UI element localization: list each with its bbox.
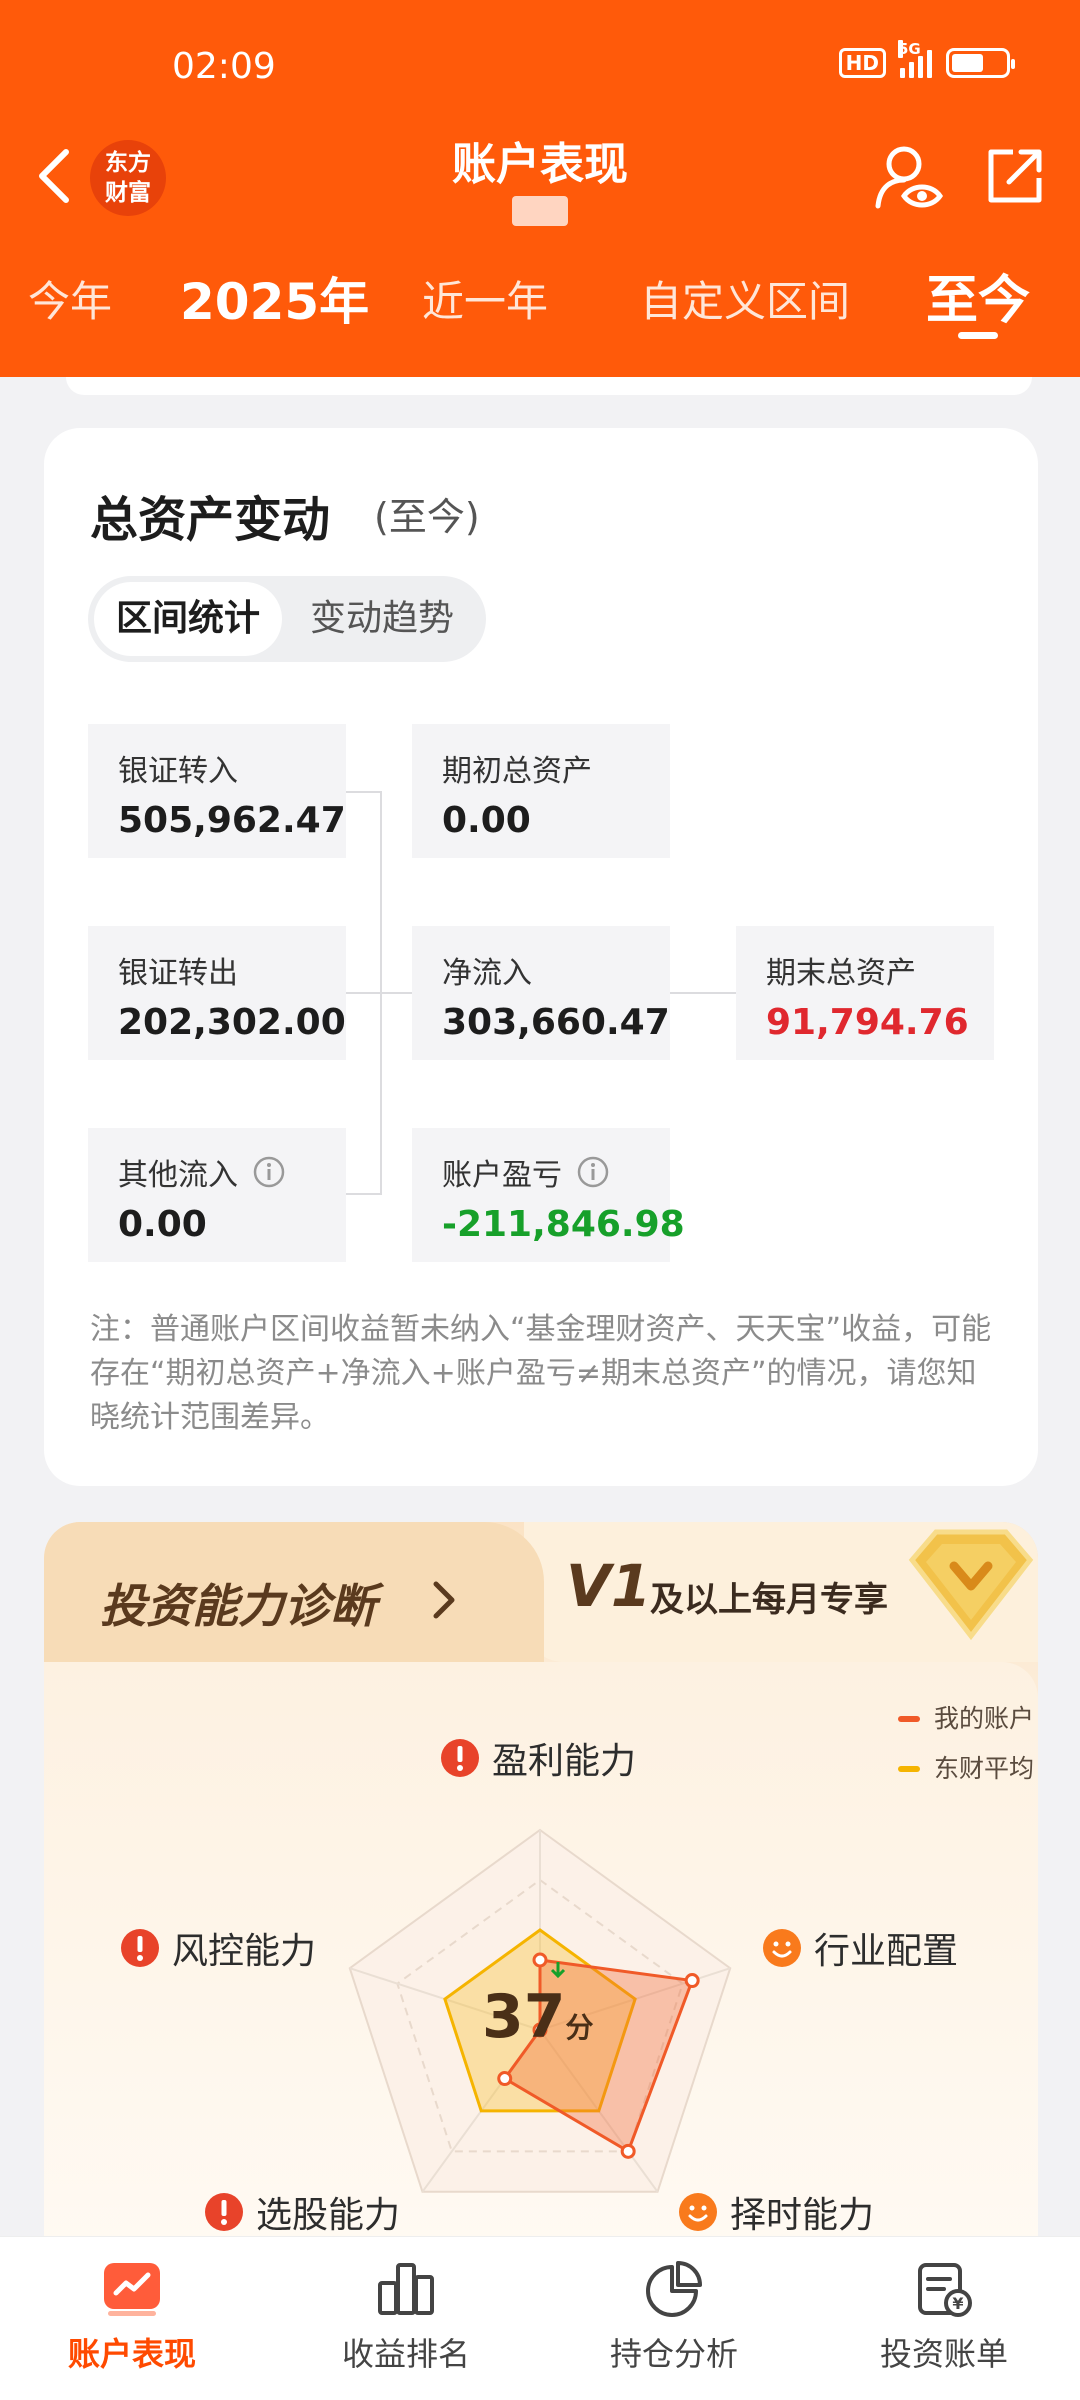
connector-line <box>346 791 382 793</box>
redacted-account <box>512 196 568 226</box>
header: 02:09 HD 5G 东方 财富 账户表现 今年 2025年 近一年 自定义区… <box>0 0 1080 377</box>
nav-holdings-analysis[interactable]: 持仓分析 <box>574 2259 774 2375</box>
axis-label: 择时能力 <box>730 2195 875 2236</box>
bar-ranking-icon <box>378 2263 434 2315</box>
stat-profit-loss: 账户盈亏 -211,846.98 <box>412 1128 685 1262</box>
vip-level: V1 <box>566 1552 652 1620</box>
segment-interval-stats[interactable]: 区间统计 <box>94 582 282 656</box>
svg-text:¥: ¥ <box>952 2294 963 2313</box>
segment-control: 区间统计 变动趋势 <box>88 576 486 662</box>
legend-my-account: 我的账户 <box>897 1694 1034 1744</box>
stat-value: -211,846.98 <box>442 1204 685 1245</box>
tab-2025[interactable]: 2025年 <box>180 262 369 334</box>
diagnosis-title[interactable]: 投资能力诊断 <box>100 1570 376 1636</box>
tab-to-date[interactable]: 至今 <box>926 258 1030 333</box>
score-value: 37 <box>482 1982 566 2052</box>
legend-mark <box>897 1766 920 1772</box>
radar-point <box>497 2071 513 2087</box>
bill-icon: ¥ <box>918 2263 972 2317</box>
stat-label-row: 其他流入 <box>118 1150 316 1194</box>
radar-point <box>532 1952 548 1968</box>
axis-profit-ability: 盈利能力 <box>440 1732 636 1784</box>
stat-value: 505,962.47 <box>118 800 346 841</box>
card-title: 总资产变动 <box>90 492 331 548</box>
asset-change-card: 总资产变动 (至今) 区间统计 变动趋势 银证转入 505,962.47 期初总… <box>44 428 1038 1486</box>
warning-icon <box>121 1929 159 1967</box>
footnote: 注：普通账户区间收益暂未纳入“基金理财资产、天天宝”收益，可能存在“期初总资产+… <box>90 1312 992 1435</box>
stat-value: 0.00 <box>442 800 531 841</box>
nav-label: 收益排名 <box>341 2335 470 2373</box>
info-icon[interactable] <box>576 1155 610 1189</box>
axis-label: 风控能力 <box>172 1931 317 1972</box>
legend-mark <box>897 1716 920 1722</box>
stat-bank-transfer-out: 银证转出 202,302.00 <box>88 926 346 1060</box>
stat-other-inflow: 其他流入 0.00 <box>88 1128 346 1262</box>
stat-label: 银证转入 <box>118 754 238 789</box>
axis-label: 行业配置 <box>814 1931 959 1972</box>
stat-value: 0.00 <box>118 1204 207 1245</box>
vip-text: 及以上每月专享 <box>650 1580 888 1620</box>
smile-icon <box>763 1929 801 1967</box>
nav-label: 持仓分析 <box>609 2335 738 2373</box>
stat-value: 202,302.00 <box>118 1002 346 1043</box>
share-icon[interactable] <box>985 146 1045 206</box>
nav-account-performance[interactable]: 账户表现 <box>32 2259 232 2375</box>
stat-label: 期末总资产 <box>766 956 916 991</box>
segment-trend[interactable]: 变动趋势 <box>286 582 478 656</box>
connector-line <box>346 1193 382 1195</box>
stat-bank-transfer-in: 银证转入 505,962.47 <box>88 724 346 858</box>
tab-this-year[interactable]: 今年 <box>28 268 112 329</box>
radar-point <box>684 1973 700 1989</box>
stat-label: 账户盈亏 <box>442 1158 562 1193</box>
stat-label: 银证转出 <box>118 956 238 991</box>
stat-net-inflow: 净流入 303,660.47 <box>412 926 670 1060</box>
stat-begin-assets: 期初总资产 0.00 <box>412 724 670 858</box>
battery-icon <box>946 48 1015 78</box>
bottom-nav: 账户表现 收益排名 持仓分析 ¥ 投资账单 <box>0 2236 1080 2400</box>
chart-trend-icon <box>104 2263 160 2316</box>
network-type: 5G <box>898 40 921 58</box>
nav-label: 投资账单 <box>879 2335 1008 2373</box>
stat-label-row: 账户盈亏 <box>442 1150 640 1194</box>
legend-label: 东财平均 <box>933 1754 1034 1783</box>
axis-industry-allocation: 行业配置 <box>762 1922 958 1974</box>
status-time: 02:09 <box>172 46 276 87</box>
stat-label: 其他流入 <box>118 1158 238 1193</box>
nav-return-ranking[interactable]: 收益排名 <box>306 2259 506 2375</box>
radar-point <box>620 2143 636 2159</box>
stat-label: 期初总资产 <box>442 754 592 789</box>
nav-investment-bill[interactable]: ¥ 投资账单 <box>844 2259 1044 2375</box>
user-privacy-icon[interactable] <box>874 142 944 212</box>
pie-chart-icon <box>646 2261 702 2317</box>
score: 37分 <box>482 1982 594 2052</box>
legend-average: 东财平均 <box>897 1744 1034 1794</box>
chevron-right-icon <box>433 1581 455 1619</box>
card-subtitle: (至今) <box>374 495 480 539</box>
hd-icon: HD <box>838 48 886 78</box>
stat-value: 91,794.76 <box>766 1002 969 1043</box>
axis-risk-control: 风控能力 <box>120 1922 316 1974</box>
tab-custom-range[interactable]: 自定义区间 <box>640 268 850 329</box>
axis-label: 盈利能力 <box>492 1741 637 1782</box>
previous-card-edge <box>66 377 1032 395</box>
vip-shield-icon <box>908 1529 1034 1641</box>
radar-legend: 我的账户 东财平均 <box>897 1694 1034 1794</box>
tab-recent-year[interactable]: 近一年 <box>422 268 548 329</box>
tab-underline <box>958 332 998 339</box>
info-icon[interactable] <box>252 1155 286 1189</box>
signal-icon: 5G <box>898 40 932 78</box>
warning-icon <box>205 2193 243 2231</box>
nav-label: 账户表现 <box>67 2335 196 2373</box>
legend-label: 我的账户 <box>933 1704 1034 1733</box>
stat-label: 净流入 <box>442 956 532 991</box>
score-unit: 分 <box>565 2011 594 2044</box>
stat-value: 303,660.47 <box>442 1002 670 1043</box>
warning-icon <box>441 1739 479 1777</box>
status-icons: HD 5G <box>838 40 1015 78</box>
stat-end-assets: 期末总资产 91,794.76 <box>736 926 994 1060</box>
